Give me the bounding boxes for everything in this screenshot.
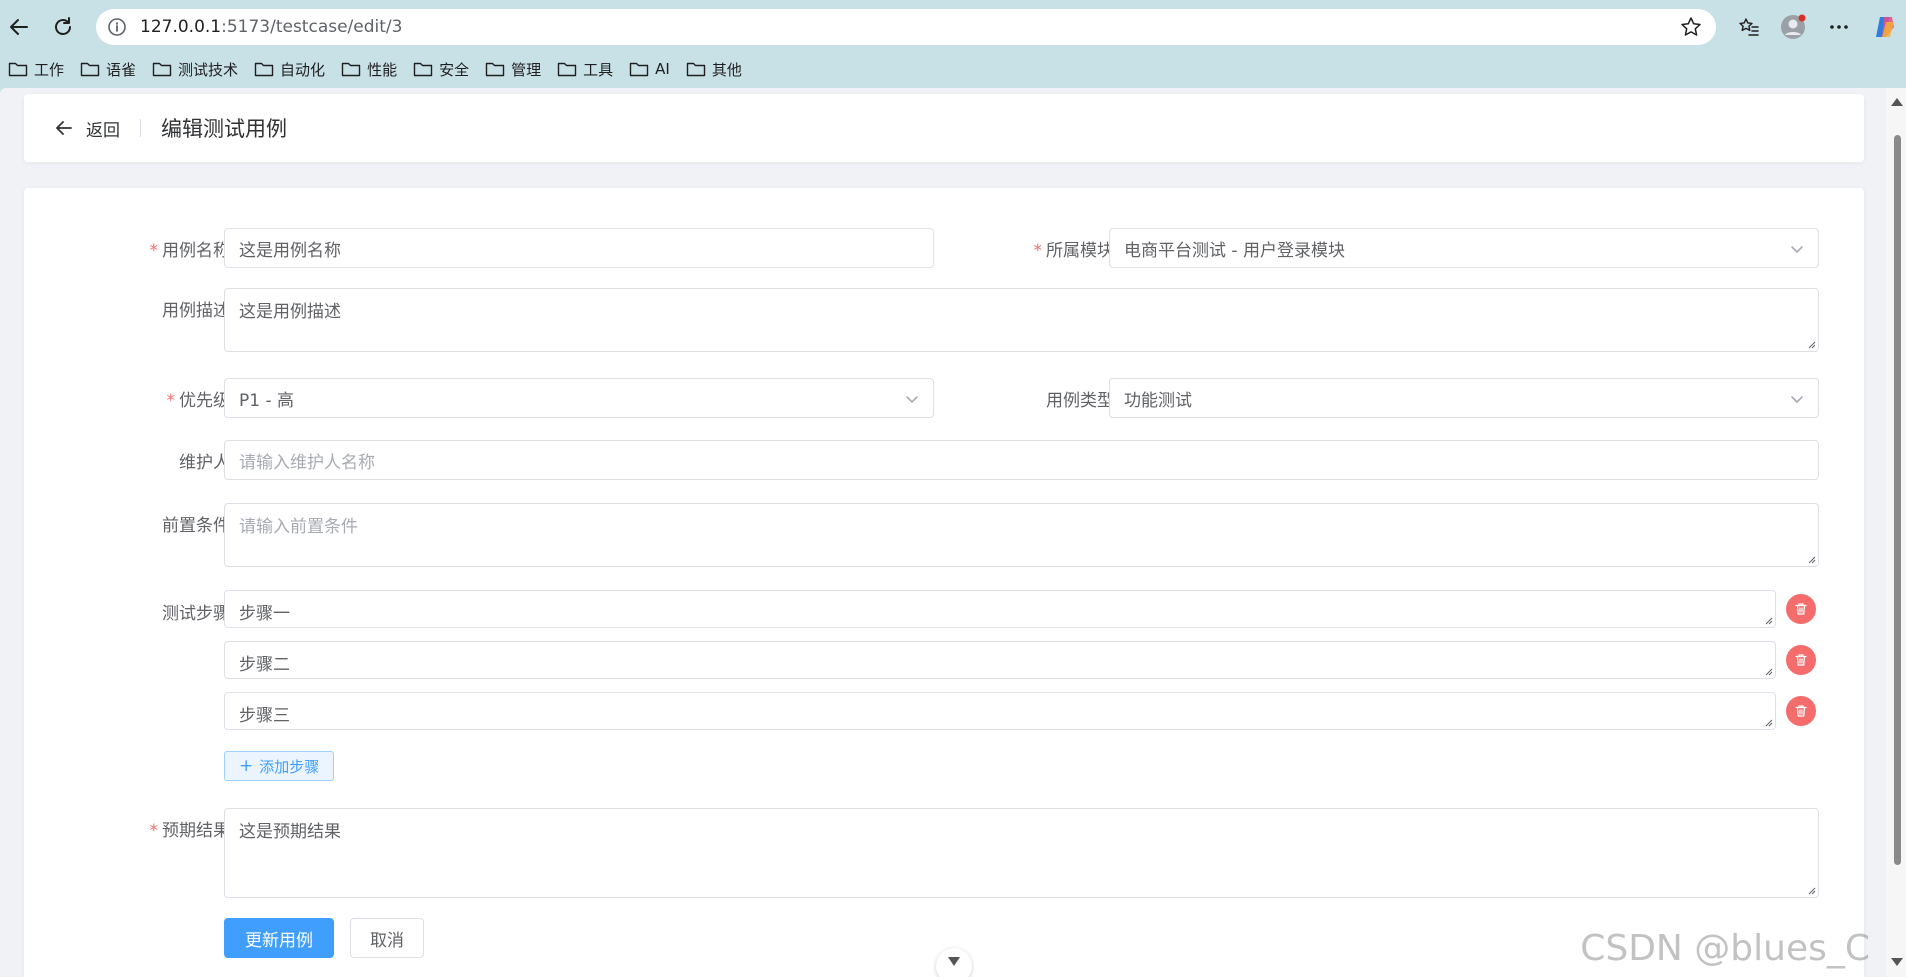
- trash-icon: [1795, 603, 1807, 615]
- folder-icon: [485, 62, 505, 77]
- profile-avatar-icon[interactable]: [1778, 12, 1808, 42]
- maintainer-label: 维护人: [179, 453, 230, 473]
- module-select[interactable]: 电商平台测试 - 用户登录模块: [1109, 228, 1819, 268]
- page-viewport: 返回 编辑测试用例 * 用例名称 这是用例名称 * 所属模块 电商平台测试 - 用户…: [0, 88, 1886, 977]
- priority-select[interactable]: P1 - 高: [224, 378, 934, 418]
- arrow-left-icon: [56, 121, 72, 135]
- bookmarks-bar: 工作 语雀 测试技术 自动化 性能 安全 管理 工具 AI 其他: [0, 52, 1906, 86]
- precondition-label: 前置条件: [162, 516, 230, 536]
- folder-icon: [686, 62, 706, 77]
- bookmark-folder[interactable]: 测试技术: [152, 59, 238, 80]
- favorites-icon[interactable]: [1734, 12, 1764, 42]
- scrollbar-thumb[interactable]: [1894, 135, 1901, 865]
- delete-step-button[interactable]: [1786, 696, 1816, 726]
- step-input[interactable]: 步骤二: [224, 641, 1776, 679]
- delete-step-button[interactable]: [1786, 594, 1816, 624]
- type-select[interactable]: 功能测试: [1109, 378, 1819, 418]
- bookmark-folder[interactable]: 性能: [341, 59, 397, 80]
- bookmark-folder[interactable]: 安全: [413, 59, 469, 80]
- priority-label: * 优先级: [166, 391, 231, 411]
- scroll-up-arrow-icon[interactable]: [1891, 98, 1903, 106]
- resize-handle-icon[interactable]: [1763, 666, 1773, 676]
- type-label: 用例类型: [1046, 391, 1114, 411]
- back-arrow-icon[interactable]: [4, 12, 34, 42]
- folder-icon: [629, 62, 649, 77]
- bookmark-folder[interactable]: 工作: [8, 59, 64, 80]
- bookmark-folder[interactable]: 其他: [686, 59, 742, 80]
- resize-handle-icon[interactable]: [1806, 339, 1816, 349]
- header-divider: [140, 119, 141, 137]
- testcase-form: * 用例名称 这是用例名称 * 所属模块 电商平台测试 - 用户登录模块 用例描述 …: [24, 188, 1864, 977]
- trash-icon: [1795, 705, 1807, 717]
- page-title: 编辑测试用例: [161, 117, 287, 141]
- expected-result-textarea[interactable]: 这是预期结果: [224, 808, 1819, 898]
- folder-icon: [254, 62, 274, 77]
- folder-icon: [413, 62, 433, 77]
- folder-icon: [557, 62, 577, 77]
- folder-icon: [8, 62, 28, 77]
- page-header: 返回 编辑测试用例: [24, 94, 1864, 162]
- description-textarea[interactable]: 这是用例描述: [224, 288, 1819, 352]
- module-label: * 所属模块: [1033, 241, 1115, 261]
- chevron-down-icon: [1791, 246, 1803, 254]
- chevron-down-icon: [1791, 396, 1803, 404]
- bookmark-folder[interactable]: AI: [629, 60, 670, 78]
- cancel-button[interactable]: 取消: [350, 918, 424, 958]
- copilot-icon[interactable]: [1870, 12, 1900, 42]
- case-name-input[interactable]: 这是用例名称: [224, 228, 934, 268]
- scroll-down-button[interactable]: [936, 948, 972, 977]
- expected-label: * 预期结果: [149, 821, 231, 841]
- url-text: 127.0.0.1:5173/testcase/edit/3: [140, 17, 403, 37]
- chevron-down-icon: [948, 957, 960, 966]
- chevron-down-icon: [906, 396, 918, 404]
- watermark: CSDN @blues_C: [1580, 928, 1870, 969]
- back-button[interactable]: 返回: [54, 116, 120, 141]
- description-label: 用例描述: [162, 301, 230, 321]
- add-step-button[interactable]: + 添加步骤: [224, 751, 335, 781]
- precondition-textarea[interactable]: 请输入前置条件: [224, 503, 1819, 567]
- resize-handle-icon[interactable]: [1763, 717, 1773, 727]
- bookmark-folder[interactable]: 语雀: [80, 59, 136, 80]
- bookmark-folder[interactable]: 自动化: [254, 59, 325, 80]
- bookmark-folder[interactable]: 工具: [557, 59, 613, 80]
- site-info-icon[interactable]: [106, 16, 128, 38]
- maintainer-input[interactable]: 请输入维护人名称: [224, 440, 1819, 480]
- name-label: * 用例名称: [149, 241, 231, 261]
- resize-handle-icon[interactable]: [1763, 615, 1773, 625]
- reload-icon[interactable]: [48, 12, 78, 42]
- folder-icon: [152, 62, 172, 77]
- bookmark-folder[interactable]: 管理: [485, 59, 541, 80]
- steps-label: 测试步骤: [162, 604, 230, 624]
- scroll-down-arrow-icon[interactable]: [1891, 958, 1903, 966]
- plus-icon: +: [239, 756, 254, 776]
- update-testcase-button[interactable]: 更新用例: [224, 918, 334, 958]
- step-input[interactable]: 步骤三: [224, 692, 1776, 730]
- back-label: 返回: [86, 120, 120, 141]
- address-bar[interactable]: 127.0.0.1:5173/testcase/edit/3: [96, 9, 1716, 45]
- trash-icon: [1795, 654, 1807, 666]
- resize-handle-icon[interactable]: [1806, 554, 1816, 564]
- folder-icon: [341, 62, 361, 77]
- more-menu-icon[interactable]: [1824, 12, 1854, 42]
- folder-icon: [80, 62, 100, 77]
- favorite-star-icon[interactable]: [1680, 16, 1702, 42]
- step-input[interactable]: 步骤一: [224, 590, 1776, 628]
- delete-step-button[interactable]: [1786, 645, 1816, 675]
- resize-handle-icon[interactable]: [1806, 885, 1816, 895]
- browser-toolbar: 127.0.0.1:5173/testcase/edit/3: [0, 0, 1906, 52]
